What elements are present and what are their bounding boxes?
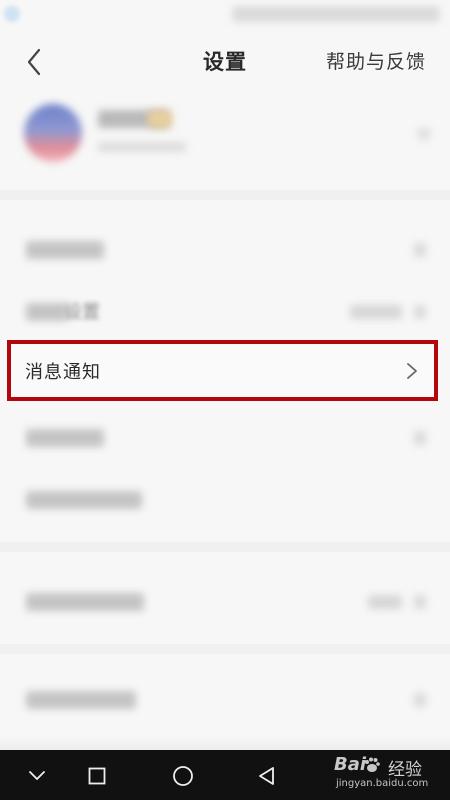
- chevron-right-icon: [414, 243, 426, 257]
- item-value-blurred: [350, 305, 402, 319]
- item-label-blurred: [26, 491, 142, 509]
- status-bar: [0, 0, 450, 34]
- settings-item[interactable]: [0, 574, 450, 630]
- profile-badge-blurred: [148, 110, 172, 128]
- item-label-prefix-blurred: [26, 303, 68, 321]
- avatar: [24, 104, 82, 162]
- item-label: 消息通知: [25, 362, 101, 383]
- profile-row[interactable]: [0, 98, 450, 178]
- chevron-right-icon: [407, 363, 417, 379]
- baidu-jingyan-watermark: Bai 经验 jingyan.baidu.com: [330, 752, 442, 798]
- nav-collapse-button[interactable]: [20, 759, 54, 793]
- chevron-right-icon: [414, 431, 426, 445]
- settings-item[interactable]: [0, 222, 450, 278]
- settings-item[interactable]: [0, 472, 450, 528]
- chevron-right-icon: [414, 595, 426, 609]
- chevron-right-icon: [414, 693, 426, 707]
- chevron-down-icon: [29, 771, 45, 780]
- bottom-fade: [0, 736, 450, 750]
- nav-home-button[interactable]: [166, 759, 200, 793]
- settings-item[interactable]: 设置: [0, 284, 450, 340]
- nav-back-button[interactable]: [250, 759, 284, 793]
- section-divider: [0, 190, 450, 200]
- item-label-blurred: [26, 691, 136, 709]
- nav-recents-button[interactable]: [80, 759, 114, 793]
- section-divider: [0, 542, 450, 552]
- status-indicators-blurred: [232, 6, 440, 22]
- item-value-blurred: [368, 595, 402, 609]
- settings-item[interactable]: [0, 672, 450, 728]
- profile-subtitle-blurred: [98, 142, 186, 152]
- chevron-right-icon: [418, 128, 430, 140]
- status-icon: [4, 6, 20, 22]
- item-label-blurred: [26, 241, 104, 259]
- watermark-logo-text: Bai: [334, 754, 367, 775]
- item-label-blurred: [26, 593, 144, 611]
- chevron-right-icon: [414, 305, 426, 319]
- watermark-url: jingyan.baidu.com: [336, 778, 429, 789]
- section-divider: [0, 644, 450, 654]
- watermark-brand-text: 经验: [388, 760, 422, 780]
- triangle-back-icon: [259, 767, 274, 785]
- settings-item[interactable]: [0, 410, 450, 466]
- paw-icon: [365, 757, 380, 772]
- settings-item-notifications[interactable]: 消息通知: [7, 340, 438, 401]
- header-bar: 设置 帮助与反馈: [0, 34, 450, 90]
- square-icon: [88, 767, 106, 785]
- item-label-fragment: 设置: [64, 302, 100, 323]
- circle-icon: [173, 766, 193, 786]
- item-label-blurred: [26, 429, 104, 447]
- help-feedback-link[interactable]: 帮助与反馈: [326, 47, 426, 74]
